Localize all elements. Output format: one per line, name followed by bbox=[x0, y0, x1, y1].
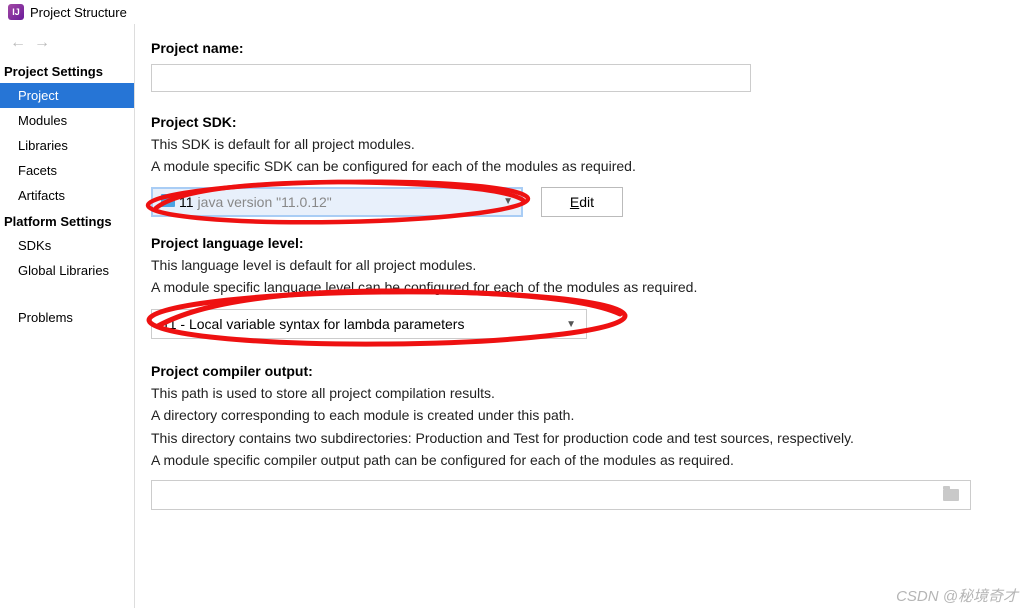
sdk-version-text: java version "11.0.12" bbox=[198, 194, 332, 210]
compiler-output-desc1: This path is used to store all project c… bbox=[151, 383, 1012, 403]
compiler-output-desc3: This directory contains two subdirectori… bbox=[151, 428, 1012, 448]
browse-button[interactable] bbox=[943, 489, 961, 502]
folder-icon bbox=[943, 489, 959, 501]
sidebar-item-global-libraries[interactable]: Global Libraries bbox=[0, 258, 134, 283]
chevron-down-icon: ▼ bbox=[566, 319, 576, 330]
compiler-output-input[interactable] bbox=[151, 480, 971, 510]
project-sdk-dropdown[interactable]: 11 java version "11.0.12" ▼ bbox=[151, 187, 523, 217]
language-level-label: Project language level: bbox=[151, 235, 1012, 251]
title-bar: IJ Project Structure bbox=[0, 0, 1028, 24]
sidebar-heading-platform-settings: Platform Settings bbox=[0, 208, 134, 233]
folder-icon bbox=[161, 196, 175, 207]
compiler-output-label: Project compiler output: bbox=[151, 363, 1012, 379]
sidebar: ← → Project Settings Project Modules Lib… bbox=[0, 24, 135, 608]
project-name-input[interactable] bbox=[151, 64, 751, 92]
sidebar-item-libraries[interactable]: Libraries bbox=[0, 133, 134, 158]
sidebar-item-project[interactable]: Project bbox=[0, 83, 134, 108]
sidebar-item-modules[interactable]: Modules bbox=[0, 108, 134, 133]
project-sdk-desc1: This SDK is default for all project modu… bbox=[151, 134, 1012, 154]
forward-arrow[interactable]: → bbox=[34, 34, 50, 52]
language-level-desc2: A module specific language level can be … bbox=[151, 277, 1012, 297]
language-level-dropdown[interactable]: 11 - Local variable syntax for lambda pa… bbox=[151, 309, 587, 339]
window-title: Project Structure bbox=[30, 5, 127, 20]
language-level-desc1: This language level is default for all p… bbox=[151, 255, 1012, 275]
sidebar-item-artifacts[interactable]: Artifacts bbox=[0, 183, 134, 208]
app-icon: IJ bbox=[8, 4, 24, 20]
main-layout: ← → Project Settings Project Modules Lib… bbox=[0, 24, 1028, 608]
project-sdk-label: Project SDK: bbox=[151, 114, 1012, 130]
sidebar-item-facets[interactable]: Facets bbox=[0, 158, 134, 183]
sdk-number: 11 bbox=[179, 194, 194, 210]
sdk-row: 11 java version "11.0.12" ▼ Edit bbox=[151, 187, 1012, 217]
language-level-value: 11 - Local variable syntax for lambda pa… bbox=[162, 316, 464, 332]
project-sdk-desc2: A module specific SDK can be configured … bbox=[151, 156, 1012, 176]
compiler-output-desc4: A module specific compiler output path c… bbox=[151, 450, 1012, 470]
chevron-down-icon: ▼ bbox=[503, 196, 513, 207]
sidebar-item-sdks[interactable]: SDKs bbox=[0, 233, 134, 258]
back-arrow[interactable]: ← bbox=[10, 34, 26, 52]
sidebar-heading-project-settings: Project Settings bbox=[0, 58, 134, 83]
project-name-label: Project name: bbox=[151, 40, 1012, 56]
nav-arrows: ← → bbox=[0, 28, 134, 58]
edit-sdk-button[interactable]: Edit bbox=[541, 187, 623, 217]
compiler-output-row bbox=[151, 480, 1012, 510]
sidebar-item-problems[interactable]: Problems bbox=[0, 305, 134, 330]
content-pane: Project name: Project SDK: This SDK is d… bbox=[135, 24, 1028, 608]
compiler-output-desc2: A directory corresponding to each module… bbox=[151, 405, 1012, 425]
